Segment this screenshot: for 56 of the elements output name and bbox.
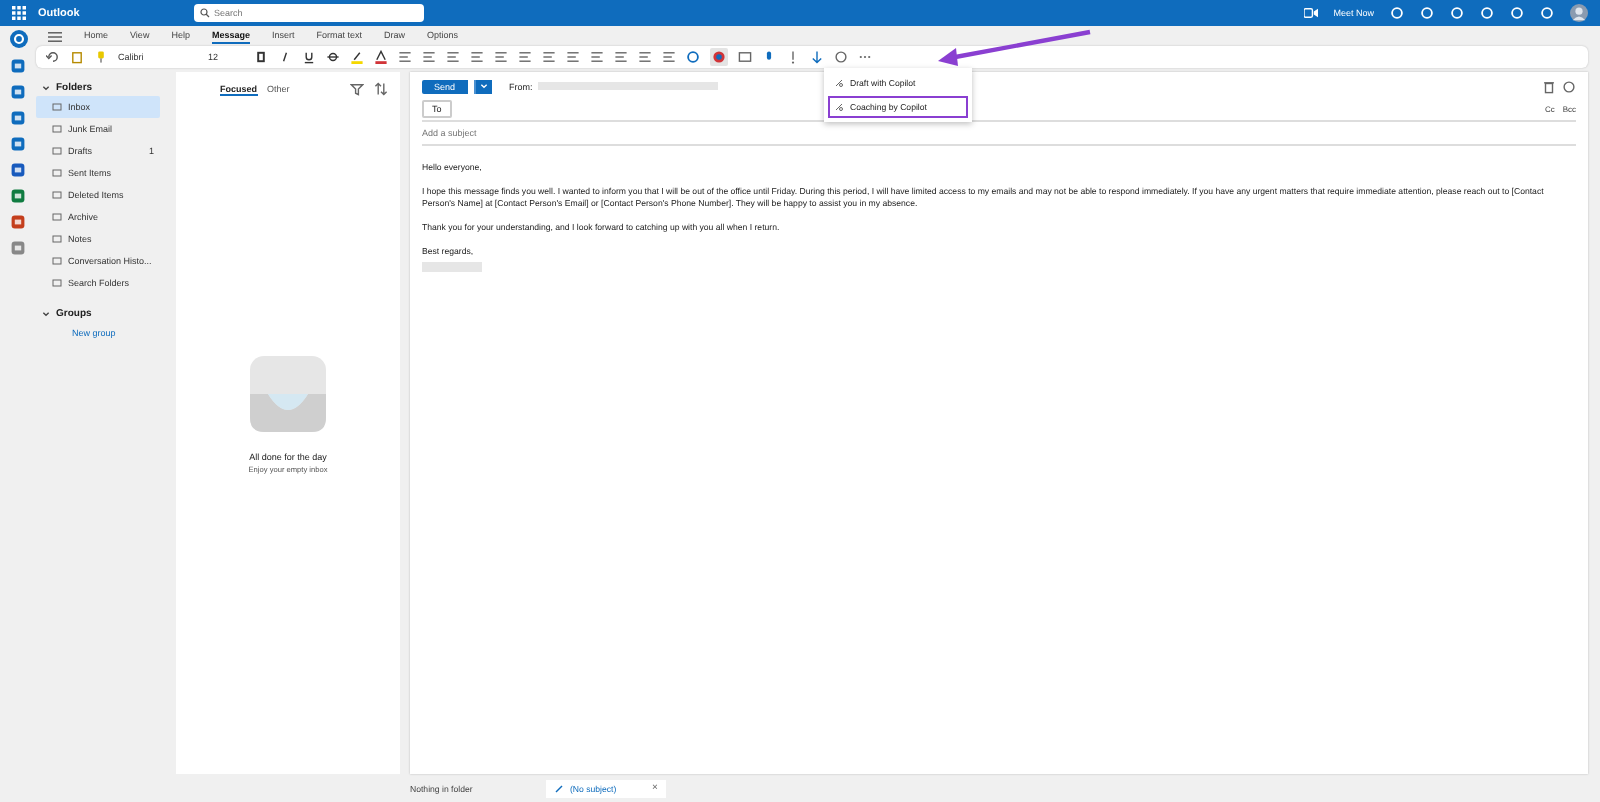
caret-icon xyxy=(479,82,488,90)
toolbar-icon[interactable] xyxy=(1540,6,1554,20)
send-options-button[interactable] xyxy=(473,79,492,93)
app-launcher-icon[interactable] xyxy=(12,6,26,20)
toolbar-icon[interactable] xyxy=(1390,6,1404,20)
format-icon[interactable] xyxy=(614,50,628,64)
microphone-icon[interactable] xyxy=(762,50,776,64)
format-icon[interactable] xyxy=(422,50,436,64)
italic-icon[interactable] xyxy=(278,50,292,64)
folder-icon xyxy=(52,256,62,266)
empty-tray-icon xyxy=(248,354,328,434)
format-icon[interactable] xyxy=(446,50,460,64)
format-icon[interactable] xyxy=(638,50,652,64)
format-icon[interactable] xyxy=(542,50,556,64)
trash-icon[interactable] xyxy=(1542,79,1556,93)
toolbar-icon[interactable] xyxy=(1450,6,1464,20)
format-icon[interactable] xyxy=(662,50,676,64)
toolbar-icon[interactable] xyxy=(1420,6,1434,20)
redacted-signature xyxy=(422,262,482,272)
folder-icon xyxy=(52,146,62,156)
search-icon xyxy=(200,8,210,18)
strikethrough-icon[interactable] xyxy=(326,50,340,64)
folder-icon xyxy=(52,234,62,244)
underline-icon[interactable] xyxy=(302,50,316,64)
format-icon[interactable] xyxy=(518,50,532,64)
chevron-icon[interactable] xyxy=(42,83,50,91)
folder-icon xyxy=(52,190,62,200)
sort-icon[interactable] xyxy=(374,82,388,96)
format-icon[interactable] xyxy=(398,50,412,64)
video-icon[interactable] xyxy=(1303,6,1318,20)
highlight-icon[interactable] xyxy=(350,50,364,64)
brush-icon[interactable] xyxy=(94,50,108,64)
filter-icon[interactable] xyxy=(350,82,364,96)
pencil-icon xyxy=(554,783,564,793)
folder-icon xyxy=(52,212,62,222)
folder-icon xyxy=(52,102,62,112)
format-icon[interactable] xyxy=(470,50,484,64)
font-color-icon[interactable] xyxy=(374,50,388,64)
toolbar-icon[interactable] xyxy=(1480,6,1494,20)
folder-icon xyxy=(52,124,62,134)
outlook-logo-icon[interactable] xyxy=(9,30,27,48)
folder-icon xyxy=(52,168,62,178)
table-icon[interactable] xyxy=(738,50,752,64)
undo-icon[interactable] xyxy=(46,50,60,64)
format-icon[interactable] xyxy=(566,50,580,64)
folder-icon xyxy=(52,278,62,288)
importance-icon[interactable] xyxy=(786,50,800,64)
format-icon[interactable] xyxy=(590,50,604,64)
chevron-icon[interactable] xyxy=(42,309,50,317)
copilot-button[interactable] xyxy=(710,48,728,66)
menu-icon[interactable] xyxy=(48,29,62,43)
toolbar-icon[interactable] xyxy=(1510,6,1524,20)
format-icon[interactable] xyxy=(494,50,508,64)
avatar-icon[interactable] xyxy=(1570,4,1588,22)
copilot-icon xyxy=(712,50,726,64)
down-arrow-icon[interactable] xyxy=(810,50,824,64)
